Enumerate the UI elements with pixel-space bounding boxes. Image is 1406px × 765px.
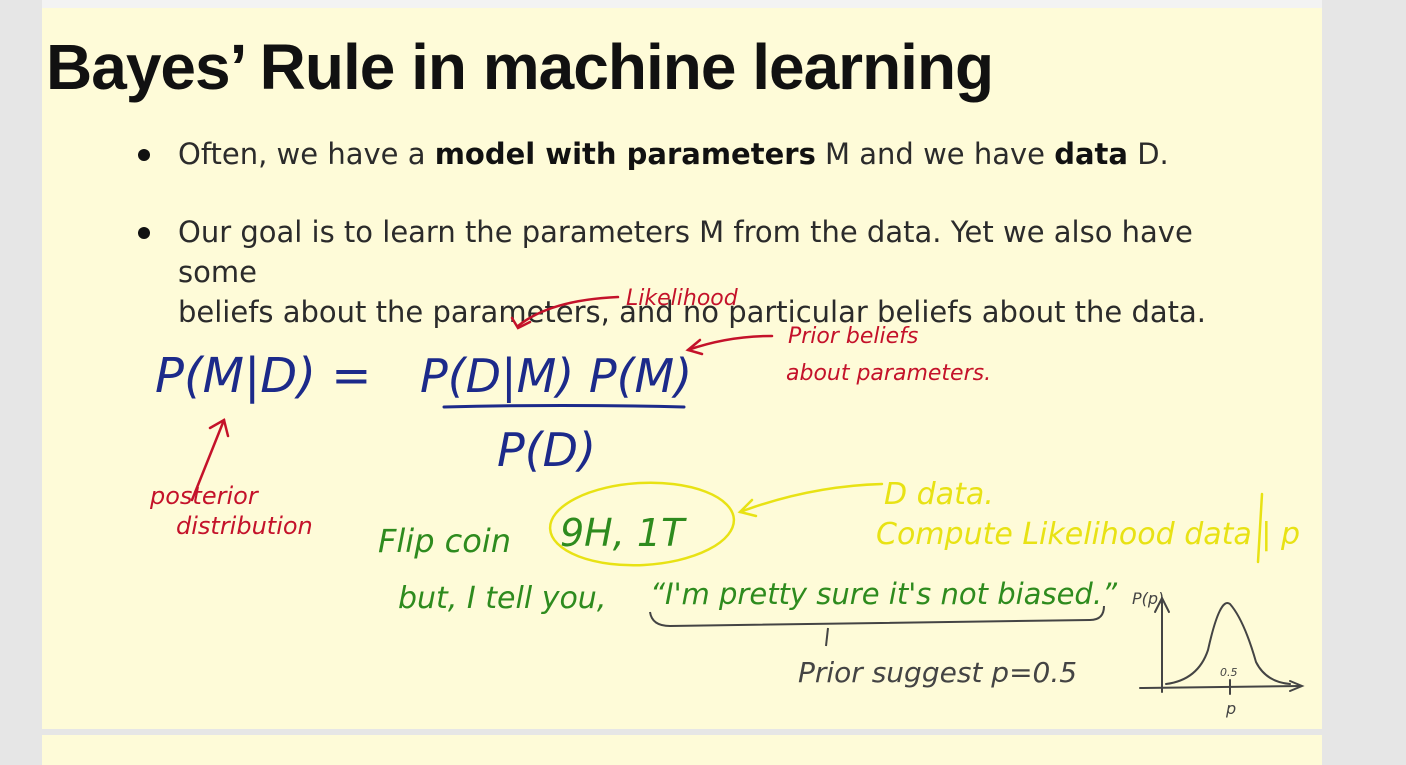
prior-arrow — [686, 334, 774, 352]
likelihood-label: Likelihood — [626, 286, 739, 311]
equation-denominator: P(D) — [497, 423, 596, 477]
plot-xlabel: p — [1225, 699, 1236, 718]
d-data-label: D data. — [884, 477, 994, 512]
handwritten-annotations: P(M|D) = P(D|M) P(M) P(D) Likelihood Pri… — [149, 286, 1305, 718]
bracket-tick — [825, 627, 829, 647]
flip-coin-label: Flip coin — [378, 522, 511, 560]
plot-x-axis — [1139, 685, 1301, 689]
prior-about-label: about parameters. — [786, 361, 991, 386]
prior-beliefs-label: Prior beliefs — [788, 324, 918, 349]
prior-suggest-label: Prior suggest p=0.5 — [798, 656, 1077, 689]
distribution-label: distribution — [176, 512, 313, 540]
but-tell-label: but, I tell you, — [398, 581, 606, 616]
likelihood-arrow — [516, 295, 620, 328]
plot-ylabel: P(p) — [1132, 589, 1164, 608]
quote-label: “I'm pretty sure it's not biased.” — [650, 577, 1118, 611]
compute-likelihood-label: Compute Likelihood data | p — [876, 517, 1300, 552]
coin-data-label: 9H, 1T — [560, 511, 687, 555]
equation-lhs: P(M|D) = — [155, 348, 371, 404]
plot-tick-label: 0.5 — [1220, 666, 1238, 679]
posterior-label: posterior — [149, 482, 260, 510]
fraction-bar — [442, 404, 686, 409]
equation-numerator: P(D|M) P(M) — [420, 349, 692, 404]
prior-sketch-plot — [1139, 595, 1305, 695]
